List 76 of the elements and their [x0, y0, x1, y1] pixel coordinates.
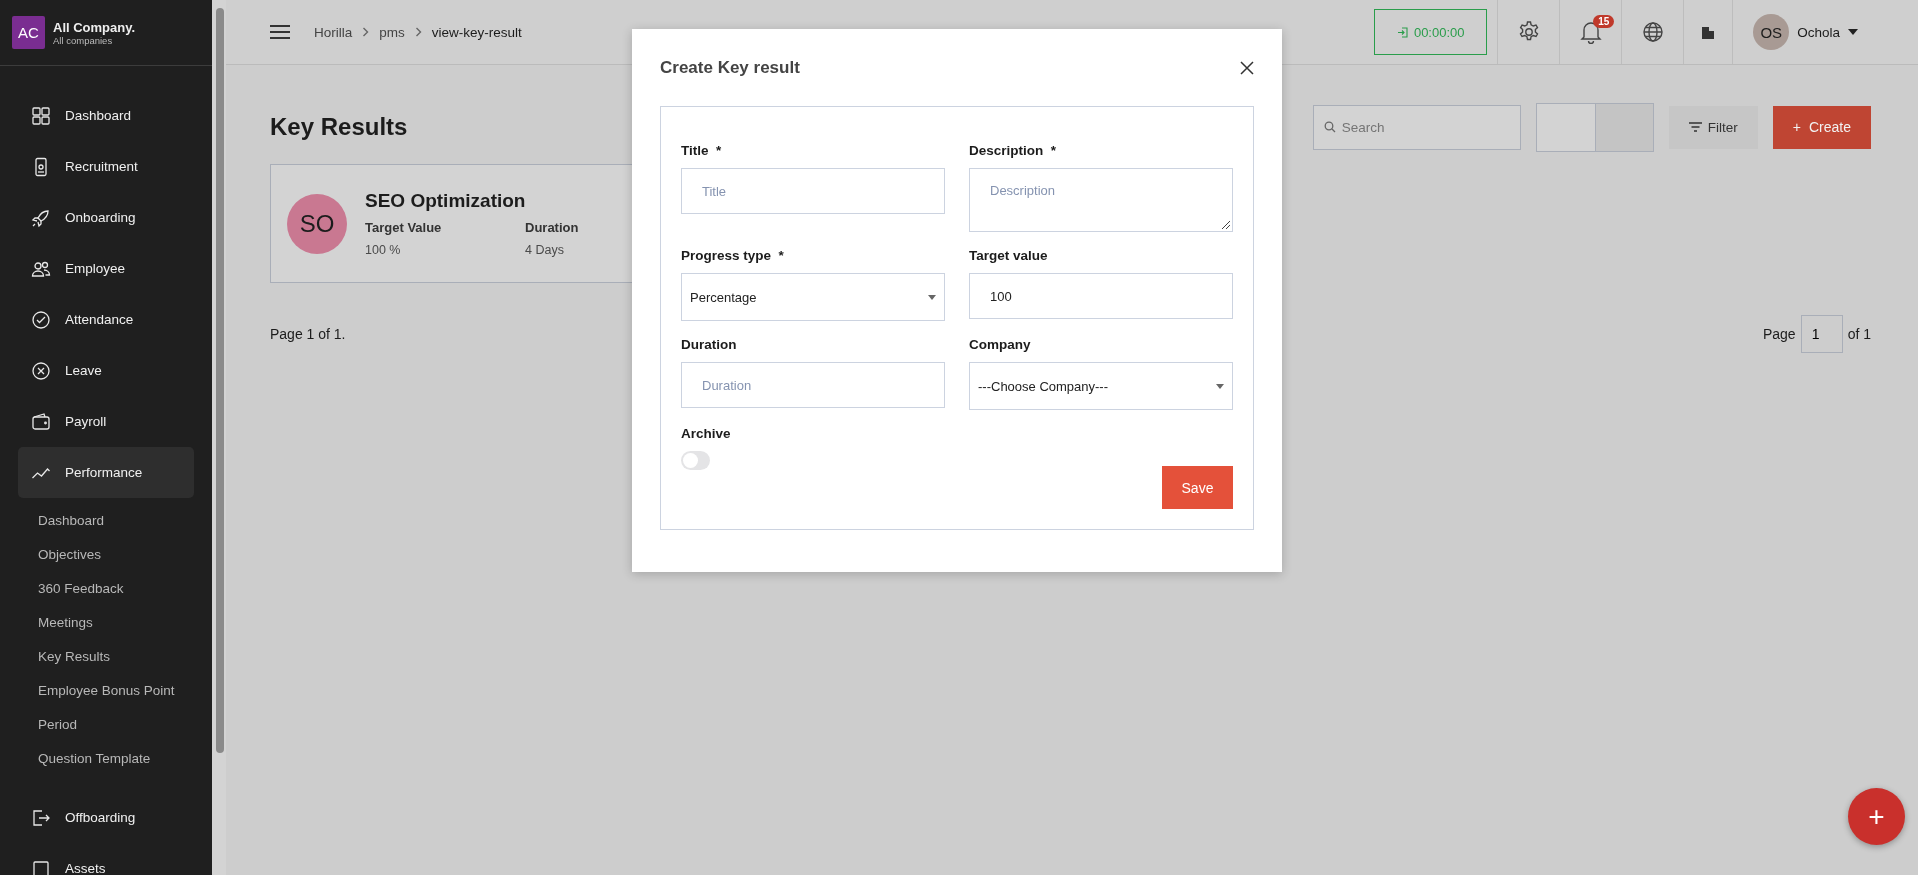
input-field[interactable]: 100 [969, 273, 1233, 319]
select-field[interactable]: Percentage [681, 273, 945, 321]
filter-icon [1688, 122, 1702, 132]
sidebar-item[interactable]: Payroll [18, 396, 194, 447]
submenu-item[interactable]: Employee Bonus Point [38, 674, 212, 708]
field-label: Duration [525, 220, 580, 235]
field-label: Target value [969, 248, 1049, 263]
submenu-item[interactable]: Question Template [38, 742, 212, 776]
input-field[interactable]: Duration [681, 362, 945, 408]
sidebar-item[interactable]: Assets [18, 843, 194, 875]
page-info: Page 1 of 1. [270, 326, 346, 342]
dialog-title: Create Key result [660, 57, 800, 78]
page-number-field[interactable]: 1 [1800, 315, 1843, 353]
submenu-item[interactable]: Key Results [38, 640, 212, 674]
page-title: Key Results [270, 113, 408, 141]
field-value: 4 Days [525, 243, 565, 257]
sidebar-item[interactable]: Dashboard [18, 90, 194, 141]
submenu-item[interactable]: Objectives [38, 538, 212, 572]
card-avatar: SO [287, 193, 347, 254]
dashboard-icon [31, 105, 51, 126]
chevron-icon [362, 27, 370, 37]
field-label: Title * [681, 143, 723, 158]
breadcrumb-link[interactable]: pms [379, 24, 405, 40]
sidebar-item[interactable]: Onboarding [18, 192, 194, 243]
caret-icon [928, 294, 936, 300]
input-field[interactable]: Title [681, 168, 945, 214]
page-label: Page [1762, 326, 1796, 342]
sidebar-item[interactable]: Employee [18, 243, 194, 294]
field-label: Archive [681, 426, 732, 441]
user-name[interactable]: Ochola [1797, 24, 1840, 40]
sidebar-item[interactable]: Attendance [18, 294, 194, 345]
check-circle-icon [31, 309, 51, 330]
breadcrumb-link[interactable]: view-key-result [431, 24, 522, 40]
page-total: of 1 [1847, 326, 1871, 342]
building-icon[interactable] [1702, 25, 1715, 39]
save-button[interactable]: Save [1162, 466, 1233, 509]
submenu-item[interactable]: Period [38, 708, 212, 742]
sidebar-item[interactable]: Performance [18, 447, 194, 498]
submenu-item[interactable]: Meetings [38, 606, 212, 640]
menu-icon[interactable] [270, 25, 290, 39]
field-label: Progress type * [681, 248, 785, 263]
sidebar-item[interactable]: Recruitment [18, 141, 194, 192]
submenu-item[interactable]: Dashboard [38, 504, 212, 538]
box-icon [31, 858, 51, 875]
field-label: Target Value [365, 220, 443, 235]
breadcrumb-link[interactable]: Horilla [314, 24, 353, 40]
search-field[interactable]: Search [1312, 104, 1521, 150]
toggle-switch[interactable] [681, 451, 710, 470]
x-circle-icon [31, 360, 51, 381]
create-button[interactable]: + Create [1772, 105, 1871, 149]
clock-in-icon [1396, 26, 1408, 38]
sidebar-item[interactable]: Offboarding [18, 792, 194, 843]
submenu-item[interactable]: 360 Feedback [38, 572, 212, 606]
company-name: All Company. [53, 19, 136, 35]
company-avatar: AC [12, 16, 45, 49]
exit-icon [31, 807, 51, 828]
field-value: 100 % [365, 243, 402, 257]
close-icon[interactable] [1240, 60, 1254, 75]
caret-icon[interactable] [1848, 29, 1858, 35]
add-button[interactable]: + [1848, 788, 1905, 845]
chevron-icon [414, 27, 422, 37]
select-field[interactable]: ---Choose Company--- [969, 362, 1233, 410]
field-label: Company [969, 337, 1032, 352]
filter-button[interactable]: Filter [1668, 105, 1758, 149]
company-subtitle: All companies [53, 34, 113, 46]
card-title: SEO Optimization [365, 190, 527, 212]
field-label: Duration [681, 337, 738, 352]
user-avatar[interactable]: OS [1753, 14, 1790, 50]
resize-handle-icon[interactable] [1222, 221, 1230, 229]
wallet-icon [31, 411, 51, 432]
globe-icon[interactable] [1641, 21, 1664, 43]
field-label: Description * [969, 143, 1058, 158]
notification-badge: 15 [1593, 15, 1615, 28]
rocket-icon [31, 207, 51, 228]
caret-icon [1216, 383, 1224, 389]
sidebar-item[interactable]: Leave [18, 345, 194, 396]
